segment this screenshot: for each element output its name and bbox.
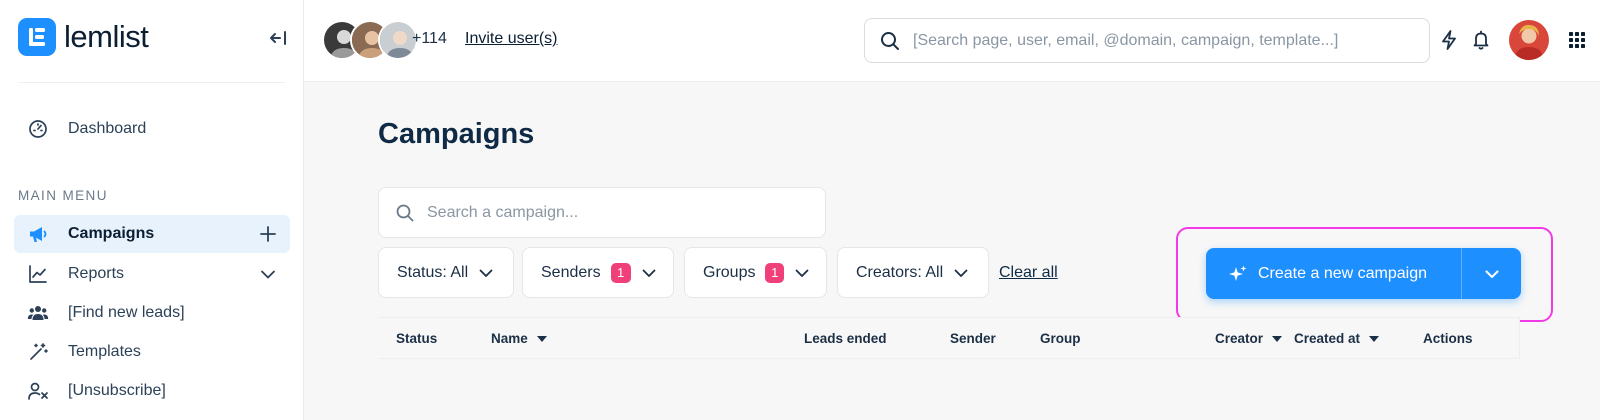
column-header-name[interactable]: Name (491, 331, 547, 346)
megaphone-icon (26, 222, 50, 246)
sidebar-item-reports[interactable]: Reports (14, 255, 290, 293)
lemlist-logo-icon (18, 18, 56, 56)
users-icon (26, 301, 50, 325)
team-avatars[interactable] (322, 20, 418, 60)
profile-avatar[interactable] (1509, 20, 1549, 60)
column-header-label: Status (396, 331, 438, 346)
filter-label: Creators: All (856, 263, 944, 281)
add-campaign-plus-icon[interactable] (256, 222, 280, 246)
sort-caret-down-icon (536, 335, 547, 343)
sidebar-item-find-new-leads[interactable]: [Find new leads] (14, 294, 290, 332)
sort-caret-down-icon (1272, 335, 1283, 343)
groups-count-badge: 1 (765, 262, 784, 283)
page-title: Campaigns (378, 118, 535, 150)
bell-icon[interactable] (1468, 27, 1494, 53)
search-icon (881, 31, 899, 50)
sidebar-item-dashboard[interactable]: Dashboard (14, 110, 290, 148)
user-remove-icon (26, 379, 50, 403)
chevron-down-icon (794, 265, 810, 281)
brand-name: lemlist (64, 19, 149, 54)
sidebar-item-campaigns[interactable]: Campaigns (14, 215, 290, 253)
create-campaign-split-button: Create a new campaign (1206, 248, 1521, 299)
filter-label: Groups (703, 263, 756, 281)
senders-count-badge: 1 (610, 262, 631, 283)
chevron-down-icon (953, 265, 969, 281)
sidebar-section-label: MAIN MENU (18, 188, 108, 203)
chevron-down-icon (641, 265, 657, 281)
column-header-label: Creator (1215, 331, 1264, 346)
senders-filter-dropdown[interactable]: Senders 1 (522, 247, 674, 298)
column-header-created-at[interactable]: Created at (1294, 331, 1380, 346)
brand-logo[interactable]: lemlist (18, 18, 149, 56)
avatar-overflow-count[interactable]: +114 (412, 30, 447, 48)
sidebar-item-templates[interactable]: Templates (14, 333, 290, 371)
groups-filter-dropdown[interactable]: Groups 1 (684, 247, 827, 298)
sidebar-item-label: Reports (68, 265, 125, 282)
search-icon (396, 204, 414, 221)
chart-line-icon (26, 262, 50, 286)
sidebar-item-unsubscribe[interactable]: [Unsubscribe] (14, 372, 290, 410)
create-campaign-label: Create a new campaign (1258, 264, 1427, 282)
campaigns-table-header: Status Name Leads ended Sender Group Cre… (378, 317, 1520, 359)
create-campaign-options-button[interactable] (1461, 248, 1521, 299)
column-header-creator[interactable]: Creator (1215, 331, 1283, 346)
creators-filter-dropdown[interactable]: Creators: All (837, 247, 989, 298)
status-filter-dropdown[interactable]: Status: All (378, 247, 514, 298)
sidebar-item-label: [Find new leads] (68, 304, 185, 321)
sidebar-item-label: [Unsubscribe] (68, 382, 166, 399)
gauge-icon (26, 117, 50, 141)
invite-users-link[interactable]: Invite user(s) (465, 30, 557, 48)
sidebar-divider (18, 82, 285, 83)
column-header-actions: Actions (1423, 331, 1473, 346)
magic-wand-icon (26, 340, 50, 364)
column-header-label: Group (1040, 331, 1081, 346)
column-header-label: Name (491, 331, 528, 346)
column-header-leads-ended[interactable]: Leads ended (804, 331, 887, 346)
sparkle-icon (1228, 264, 1248, 284)
column-header-label: Created at (1294, 331, 1361, 346)
sidebar-item-label: Dashboard (68, 120, 147, 137)
clear-all-filters-link[interactable]: Clear all (999, 264, 1058, 282)
top-header: +114 Invite user(s) (304, 0, 1600, 82)
lightning-icon[interactable] (1436, 27, 1462, 53)
column-header-label: Leads ended (804, 331, 887, 346)
chevron-down-icon[interactable] (256, 262, 280, 286)
campaign-search[interactable] (378, 187, 826, 238)
sidebar: lemlist Dashboard MAIN MENU Campaigns Re… (0, 0, 304, 420)
column-header-label: Sender (950, 331, 996, 346)
create-campaign-button[interactable]: Create a new campaign (1206, 248, 1461, 299)
column-header-status[interactable]: Status (396, 331, 437, 346)
collapse-sidebar-button[interactable] (266, 26, 290, 50)
arrow-collapse-left-icon (270, 31, 286, 45)
column-header-group[interactable]: Group (1040, 331, 1081, 346)
filter-label: Status: All (397, 263, 469, 281)
chevron-down-icon (478, 265, 494, 281)
chevron-down-icon (1485, 270, 1498, 278)
column-header-label: Actions (1423, 331, 1473, 346)
sort-caret-down-icon (1369, 335, 1380, 343)
apps-grid-icon[interactable] (1564, 27, 1590, 53)
sidebar-item-label: Templates (68, 343, 141, 360)
filter-label: Senders (541, 263, 601, 281)
global-search[interactable] (864, 18, 1430, 63)
column-header-sender[interactable]: Sender (950, 331, 996, 346)
campaign-search-input[interactable] (427, 203, 807, 222)
global-search-input[interactable] (913, 31, 1413, 50)
sidebar-item-label: Campaigns (68, 225, 155, 242)
